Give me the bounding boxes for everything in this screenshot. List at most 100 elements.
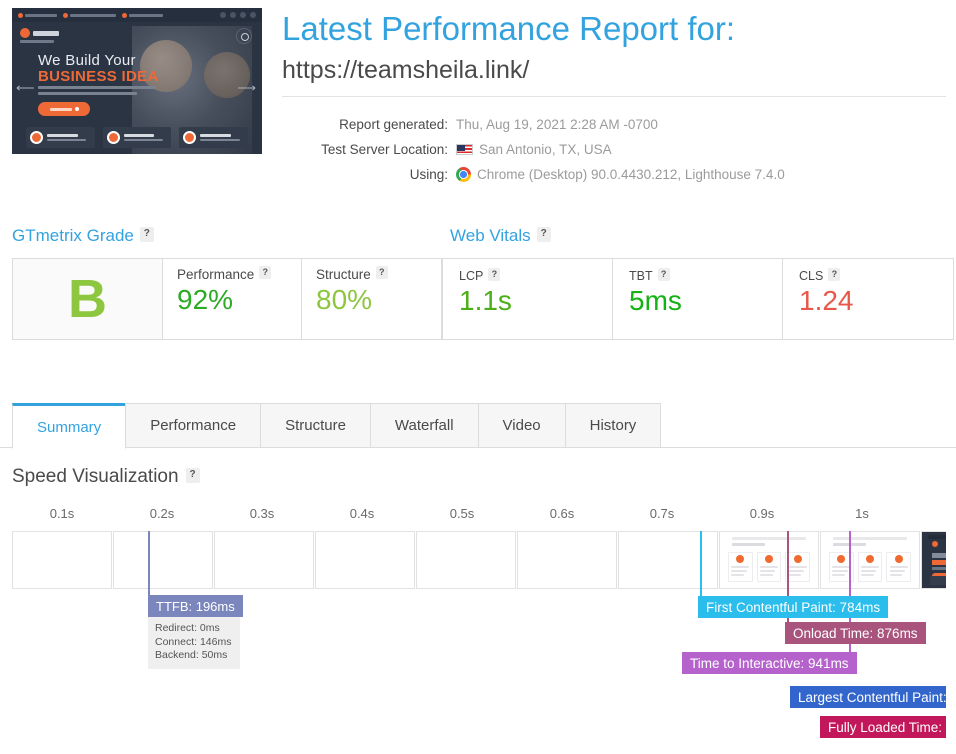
web-vitals-label: Web Vitals ? (450, 226, 551, 246)
speed-visualization-title: Speed Visualization ? (12, 466, 200, 488)
grade-letter: B (68, 269, 107, 329)
help-icon[interactable]: ? (828, 267, 841, 281)
tbt-label: TBT ? (629, 267, 782, 283)
screenshot-headline-1: We Build Your (38, 52, 136, 69)
screenshot-headline-2: BUSINESS IDEA (38, 68, 159, 85)
fcp-marker-line (700, 531, 702, 603)
filmstrip-frame[interactable] (315, 531, 415, 589)
screenshot-search-icon (236, 28, 252, 44)
lcp-label: LCP ? (459, 267, 612, 283)
grade-cell: B (13, 259, 163, 339)
lcp-label-marker[interactable]: Largest Contentful Paint: 1 (790, 686, 946, 708)
tab-video[interactable]: Video (477, 403, 566, 448)
ttfb-redirect: Redirect: 0ms (155, 622, 220, 634)
meta-row-generated: Report generated: Thu, Aug 19, 2021 2:28… (282, 112, 785, 137)
page-title: Latest Performance Report for: (282, 10, 736, 47)
cls-value: 1.24 (799, 285, 854, 316)
performance-value: 92% (177, 284, 234, 315)
help-icon[interactable]: ? (375, 266, 388, 279)
tbt-value: 5ms (629, 285, 682, 316)
vertical-scrollbar[interactable] (946, 500, 956, 754)
filmstrip-frame-rendered[interactable] (719, 531, 819, 589)
screenshot-cta-button (38, 102, 90, 116)
filmstrip-frame-rendered[interactable] (820, 531, 920, 589)
lcp-value: 1.1s (459, 285, 512, 316)
help-icon[interactable]: ? (185, 467, 200, 483)
ruler-tick: 0.7s (649, 506, 675, 521)
meta-label: Test Server Location: (321, 142, 448, 157)
lcp-cell: LCP ? 1.1s (443, 259, 613, 339)
help-icon[interactable]: ? (536, 226, 551, 242)
gtmetrix-grade-title: GTmetrix Grade (12, 226, 134, 245)
filmstrip-frame[interactable] (214, 531, 314, 589)
fcp-label[interactable]: First Contentful Paint: 784ms (698, 596, 889, 618)
screenshot-info-cards (26, 127, 249, 148)
chrome-icon (456, 167, 471, 182)
structure-label: Structure ? (316, 266, 441, 282)
meta-row-location: Test Server Location: San Antonio, TX, U… (282, 137, 785, 162)
fully-loaded-label[interactable]: Fully Loaded Time: 1 (820, 716, 946, 738)
filmstrip-frames (12, 531, 946, 589)
tab-waterfall[interactable]: Waterfall (369, 403, 479, 448)
meta-row-using: Using: Chrome (Desktop) 90.0.4430.212, L… (282, 162, 785, 187)
tab-strip: Summary Performance Structure Waterfall … (12, 403, 662, 449)
tab-summary[interactable]: Summary (12, 403, 127, 449)
help-icon[interactable]: ? (657, 267, 670, 281)
header-divider (282, 96, 946, 97)
tab-history[interactable]: History (564, 403, 662, 448)
report-header: ⟵ ⟶ We Build Your BUSINESS IDEA Latest P… (0, 0, 956, 200)
report-url[interactable]: https://teamsheila.link/ (282, 56, 529, 85)
ruler-tick: 0.2s (149, 506, 175, 521)
cls-cell: CLS ? 1.24 (783, 259, 953, 339)
structure-cell: Structure ? 80% (302, 259, 441, 339)
tab-structure[interactable]: Structure (260, 403, 371, 448)
us-flag-icon (456, 144, 473, 155)
meta-value: San Antonio, TX, USA (456, 137, 612, 162)
ruler-tick: 0.9s (749, 506, 775, 521)
site-screenshot-thumbnail[interactable]: ⟵ ⟶ We Build Your BUSINESS IDEA (12, 8, 262, 154)
web-vitals-card: LCP ? 1.1s TBT ? 5ms CLS ? 1.24 (442, 258, 954, 340)
onload-label[interactable]: Onload Time: 876ms (785, 622, 926, 644)
ruler-tick: 0.1s (49, 506, 75, 521)
gtmetrix-grade-card: B Performance ? 92% Structure ? 80% (12, 258, 442, 340)
tab-performance[interactable]: Performance (125, 403, 262, 448)
tti-label[interactable]: Time to Interactive: 941ms (682, 652, 857, 674)
screenshot-paragraph (38, 86, 156, 98)
speed-visualization-strip: 0.1s 0.2s 0.3s 0.4s 0.5s 0.6s 0.7s 0.9s … (0, 500, 946, 754)
ttfb-connect: Connect: 146ms (155, 635, 232, 648)
meta-value: Thu, Aug 19, 2021 2:28 AM -0700 (456, 117, 658, 132)
filmstrip-frame[interactable] (416, 531, 516, 589)
meta-value: Chrome (Desktop) 90.0.4430.212, Lighthou… (456, 162, 785, 187)
help-icon[interactable]: ? (488, 267, 501, 281)
filmstrip-frame[interactable] (12, 531, 112, 589)
filmstrip-frame[interactable] (618, 531, 718, 589)
performance-cell: Performance ? 92% (163, 259, 302, 339)
gtmetrix-grade-label: GTmetrix Grade ? (12, 226, 154, 246)
ruler-tick: 0.3s (249, 506, 275, 521)
help-icon[interactable]: ? (259, 266, 272, 279)
screenshot-next-arrow-icon: ⟶ (237, 80, 256, 95)
ttfb-backend: Backend: 50ms (155, 649, 228, 661)
filmstrip-frame[interactable] (517, 531, 617, 589)
filmstrip-frame-final[interactable] (921, 531, 946, 589)
report-tabs: Summary Performance Structure Waterfall … (0, 403, 956, 449)
web-vitals-title: Web Vitals (450, 226, 531, 245)
ruler-tick: 1s (855, 506, 869, 521)
tbt-cell: TBT ? 5ms (613, 259, 783, 339)
cls-label: CLS ? (799, 267, 953, 283)
ttfb-details: Redirect: 0ms Connect: 146ms Backend: 50… (148, 617, 240, 669)
help-icon[interactable]: ? (139, 226, 154, 242)
ruler-tick: 0.4s (349, 506, 375, 521)
speed-visualization-heading: Speed Visualization (12, 466, 179, 487)
timeline-ruler: 0.1s 0.2s 0.3s 0.4s 0.5s 0.6s 0.7s 0.9s … (0, 506, 946, 528)
screenshot-logo (20, 28, 59, 38)
screenshot-prev-arrow-icon: ⟵ (16, 80, 35, 95)
ttfb-label[interactable]: TTFB: 196ms (148, 595, 243, 617)
screenshot-topbar (12, 8, 262, 22)
meta-label: Using: (409, 167, 448, 182)
filmstrip-frame[interactable] (113, 531, 213, 589)
meta-label: Report generated: (339, 117, 448, 132)
gtmetrix-report-page: ⟵ ⟶ We Build Your BUSINESS IDEA Latest P… (0, 0, 956, 754)
report-meta: Report generated: Thu, Aug 19, 2021 2:28… (282, 112, 785, 187)
ruler-tick: 0.6s (549, 506, 575, 521)
